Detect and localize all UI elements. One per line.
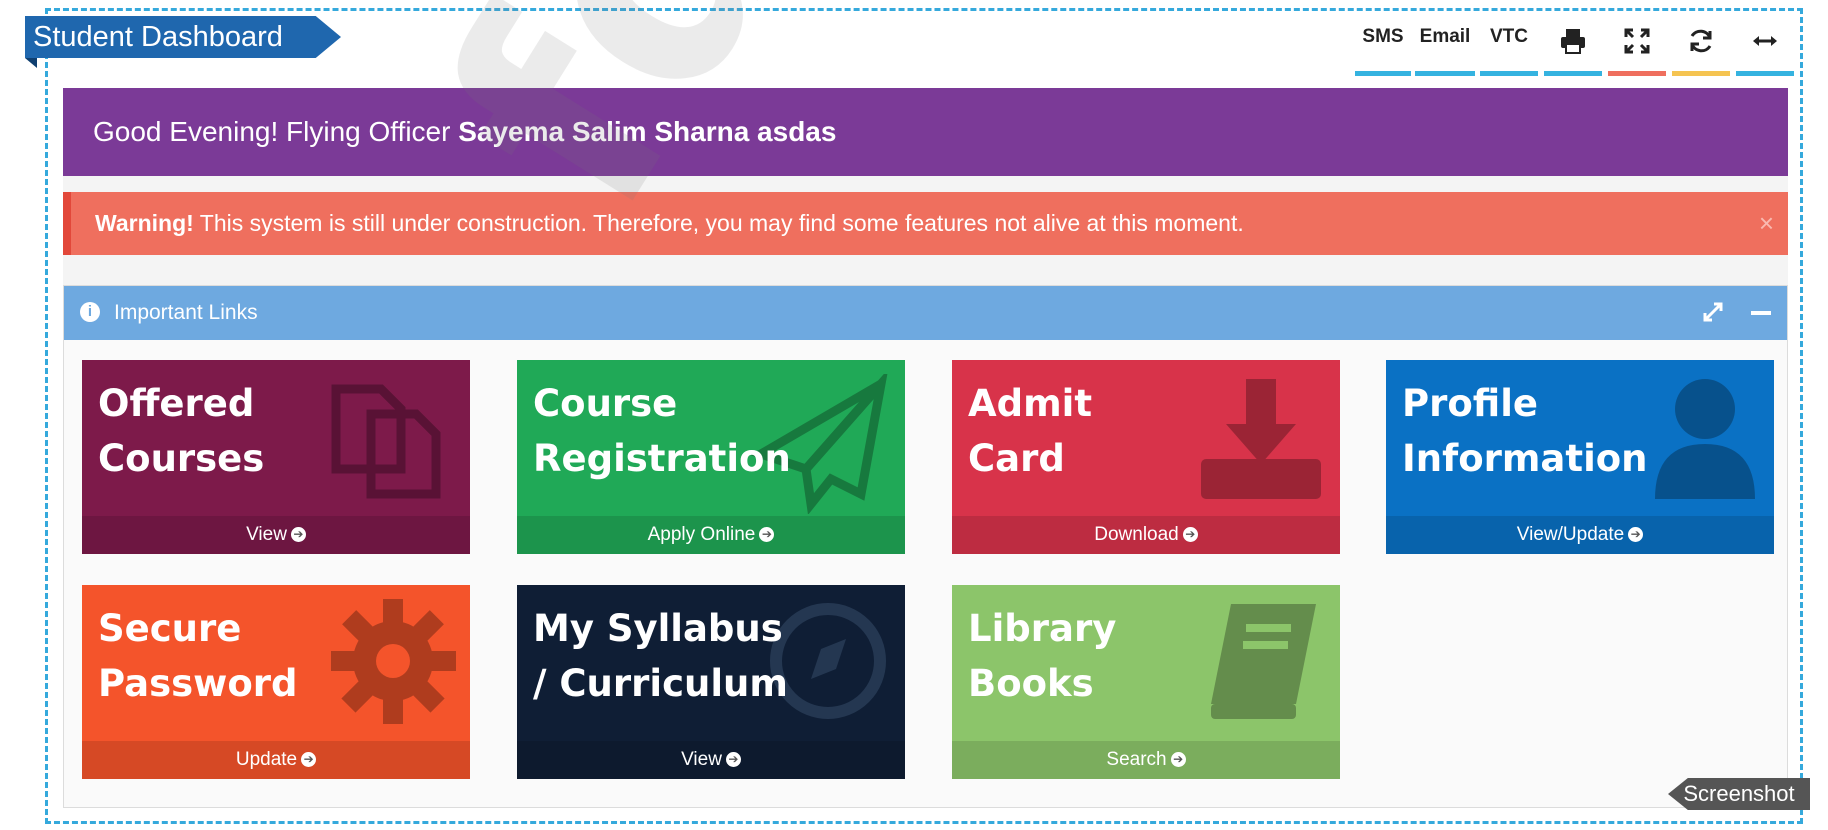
tile-admit-card[interactable]: Admit Card Download ➔ bbox=[952, 360, 1340, 554]
download-icon bbox=[1201, 379, 1321, 499]
expand-icon[interactable] bbox=[1701, 300, 1725, 324]
files-icon bbox=[331, 384, 441, 499]
panel-header: i Important Links bbox=[64, 286, 1787, 340]
greeting-prefix: Good Evening! Flying Officer bbox=[93, 116, 459, 147]
expand-width-button[interactable] bbox=[1736, 20, 1794, 76]
arrow-right-icon: ➔ bbox=[725, 752, 741, 768]
tile-line1: Library bbox=[968, 607, 1117, 650]
tile-action-label: View bbox=[246, 524, 287, 545]
close-alert-button[interactable]: × bbox=[1759, 192, 1774, 255]
email-button[interactable]: Email bbox=[1415, 20, 1475, 76]
tile-action-label: Download bbox=[1094, 524, 1179, 545]
fullscreen-underline bbox=[1608, 71, 1666, 76]
email-underline bbox=[1415, 71, 1475, 76]
greeting-banner: Good Evening! Flying Officer Sayema Sali… bbox=[63, 88, 1788, 176]
expand-width-icon bbox=[1753, 36, 1777, 46]
tile-action-label: View bbox=[681, 749, 722, 770]
tile-action[interactable]: View/Update ➔ bbox=[1386, 516, 1774, 554]
tile-syllabus[interactable]: My Syllabus / Curriculum View ➔ bbox=[517, 585, 905, 779]
warning-text: This system is still under construction.… bbox=[193, 210, 1244, 236]
arrow-right-icon: ➔ bbox=[301, 752, 317, 768]
gear-icon bbox=[331, 599, 456, 724]
tile-action[interactable]: Search ➔ bbox=[952, 741, 1340, 779]
sms-underline bbox=[1355, 71, 1411, 76]
refresh-underline bbox=[1672, 71, 1730, 76]
arrow-right-icon: ➔ bbox=[1182, 527, 1198, 543]
arrow-right-icon: ➔ bbox=[1628, 527, 1644, 543]
tile-secure-password[interactable]: Secure Password Update ➔ bbox=[82, 585, 470, 779]
tile-line2: Card bbox=[968, 437, 1065, 480]
tile-action[interactable]: Download ➔ bbox=[952, 516, 1340, 554]
vtc-button[interactable]: VTC bbox=[1480, 20, 1538, 76]
info-icon: i bbox=[80, 302, 100, 322]
print-underline bbox=[1544, 71, 1602, 76]
sms-label: SMS bbox=[1362, 26, 1404, 47]
arrow-right-icon: ➔ bbox=[759, 527, 775, 543]
screenshot-tag: Screenshot bbox=[1668, 778, 1810, 810]
arrow-right-icon: ➔ bbox=[1170, 752, 1186, 768]
print-button[interactable] bbox=[1544, 20, 1602, 76]
tile-line1: Course bbox=[533, 382, 678, 425]
user-icon bbox=[1655, 379, 1755, 499]
fullscreen-icon bbox=[1624, 28, 1650, 54]
tile-line2: / Curriculum bbox=[533, 662, 788, 705]
tile-line2: Courses bbox=[98, 437, 265, 480]
dashboard-content: Good Evening! Flying Officer Sayema Sali… bbox=[63, 88, 1788, 808]
minimize-icon[interactable] bbox=[1751, 311, 1771, 315]
tile-action-label: Apply Online bbox=[647, 524, 756, 545]
user-name: Sayema Salim Sharna asdas bbox=[458, 116, 837, 147]
tile-action[interactable]: View ➔ bbox=[82, 516, 470, 554]
tile-line1: Secure bbox=[98, 607, 242, 650]
warning-strong: Warning! bbox=[95, 210, 194, 236]
tile-action[interactable]: Apply Online ➔ bbox=[517, 516, 905, 554]
email-label: Email bbox=[1419, 26, 1471, 47]
tile-library-books[interactable]: Library Books Search ➔ bbox=[952, 585, 1340, 779]
tile-line1: My Syllabus bbox=[533, 607, 783, 650]
tile-offered-courses[interactable]: Offered Courses View ➔ bbox=[82, 360, 470, 554]
print-icon bbox=[1561, 29, 1585, 54]
tile-line2: Books bbox=[968, 662, 1094, 705]
tile-course-registration[interactable]: Course Registration Apply Online ➔ bbox=[517, 360, 905, 554]
tile-line1: Offered bbox=[98, 382, 255, 425]
expand-width-underline bbox=[1736, 71, 1794, 76]
tile-line1: Profile bbox=[1402, 382, 1538, 425]
sms-button[interactable]: SMS bbox=[1355, 20, 1411, 76]
toolbar: SMS Email VTC bbox=[1355, 20, 1828, 76]
page-title: Student Dashboard bbox=[25, 16, 341, 58]
refresh-button[interactable] bbox=[1672, 20, 1730, 76]
warning-alert: Warning! This system is still under cons… bbox=[63, 192, 1788, 255]
vtc-underline bbox=[1480, 71, 1538, 76]
tile-profile-information[interactable]: Profile Information View/Update ➔ bbox=[1386, 360, 1774, 554]
panel-title: Important Links bbox=[114, 301, 258, 324]
book-icon bbox=[1211, 604, 1316, 719]
fullscreen-button[interactable] bbox=[1608, 20, 1666, 76]
tile-line2: Information bbox=[1402, 437, 1648, 480]
tile-action-label: Update bbox=[235, 749, 298, 770]
title-tag-fold bbox=[25, 58, 37, 68]
arrow-right-icon: ➔ bbox=[290, 527, 306, 543]
tile-line1: Admit bbox=[968, 382, 1093, 425]
vtc-label: VTC bbox=[1490, 26, 1528, 47]
tile-action[interactable]: View ➔ bbox=[517, 741, 905, 779]
tile-line2: Password bbox=[98, 662, 298, 705]
tile-line2: Registration bbox=[533, 437, 791, 480]
tile-action-label: Search bbox=[1106, 749, 1167, 770]
tile-action[interactable]: Update ➔ bbox=[82, 741, 470, 779]
refresh-icon bbox=[1690, 29, 1712, 53]
tile-action-label: View/Update bbox=[1516, 524, 1625, 545]
important-links-panel: i Important Links Offered Courses View ➔ … bbox=[63, 285, 1788, 808]
